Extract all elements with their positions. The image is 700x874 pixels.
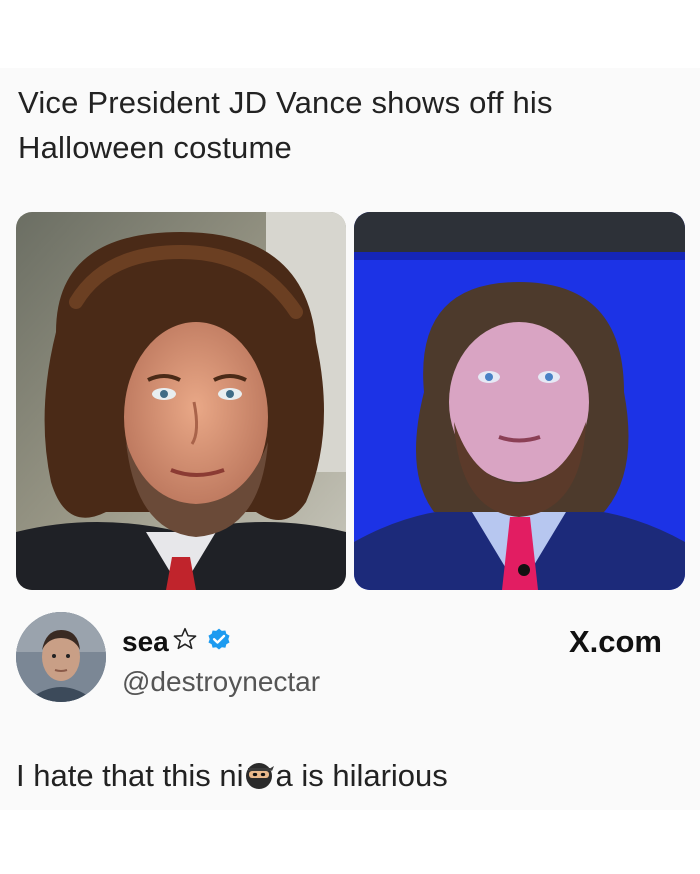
photo-right-image bbox=[354, 212, 685, 590]
author-handle[interactable]: @destroynectar bbox=[122, 666, 320, 698]
outline-star-icon bbox=[173, 627, 197, 650]
tweet-author: sea @destroynectar X.com bbox=[16, 612, 684, 712]
author-avatar[interactable] bbox=[16, 612, 106, 702]
caption-text-end: a is hilarious bbox=[275, 758, 448, 793]
author-display-name[interactable]: sea bbox=[122, 626, 169, 658]
photo-left-image bbox=[16, 212, 346, 590]
post-headline: Vice President JD Vance shows off his Ha… bbox=[18, 85, 553, 165]
ninja-emoji-icon bbox=[246, 763, 275, 789]
photo-right-blue-backdrop[interactable] bbox=[354, 212, 685, 590]
photo-left-wig-selfie[interactable] bbox=[16, 212, 346, 590]
photo-comparison bbox=[16, 212, 685, 590]
verified-badge-icon bbox=[208, 628, 230, 650]
tweet-caption: I hate that this ni a is hilarious bbox=[16, 758, 448, 794]
source-label[interactable]: X.com bbox=[569, 624, 662, 660]
avatar-image bbox=[16, 612, 106, 702]
caption-text-start: I hate that this ni bbox=[16, 758, 244, 793]
